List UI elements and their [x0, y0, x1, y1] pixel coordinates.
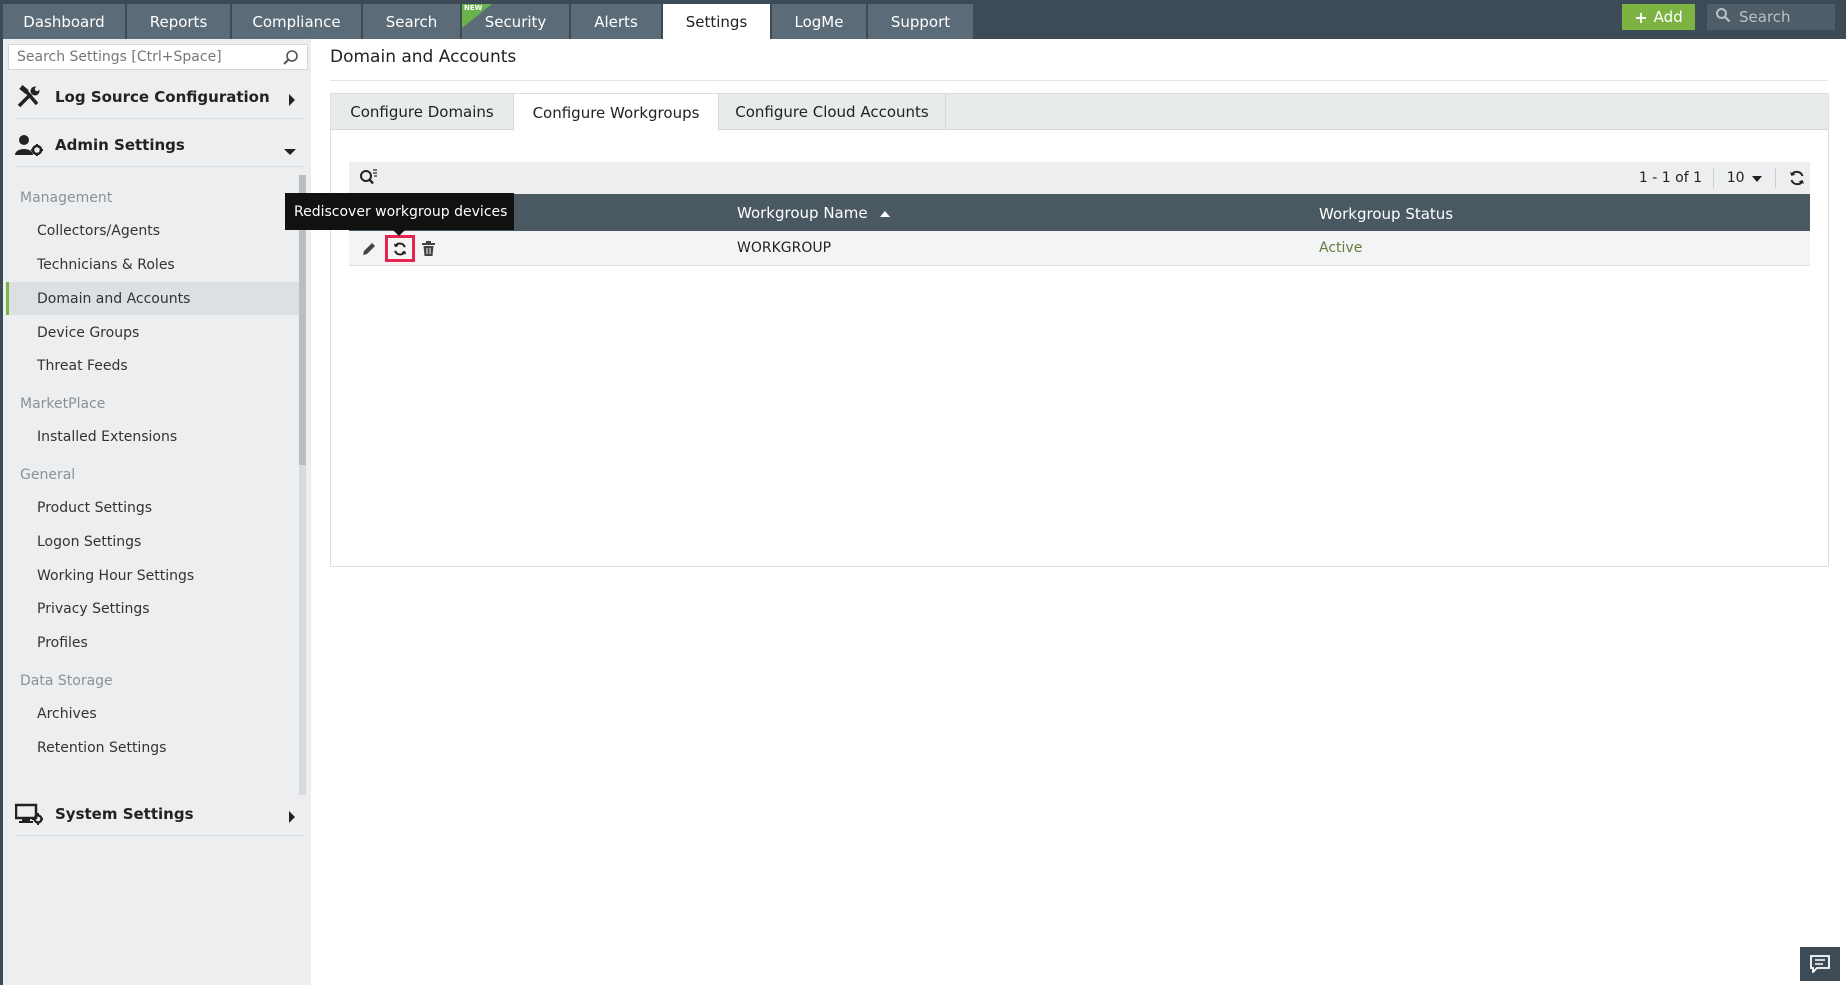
user-gear-icon [15, 133, 43, 157]
new-badge-text: NEW [464, 4, 483, 12]
subtab-configure-workgroups[interactable]: Configure Workgroups [513, 94, 719, 131]
tab-dashboard[interactable]: Dashboard [3, 4, 125, 39]
settings-search-placeholder: Search Settings [Ctrl+Space] [17, 49, 222, 65]
tab-label: Reports [149, 12, 208, 31]
chat-button[interactable] [1800, 947, 1840, 981]
tab-alerts[interactable]: Alerts [571, 4, 661, 39]
section-label: Log Source Configuration [55, 87, 270, 106]
sidebar-item-domain-and-accounts[interactable]: Domain and Accounts [6, 282, 302, 315]
title-divider [330, 80, 1828, 81]
sidebar-item-logon-settings[interactable]: Logon Settings [6, 525, 302, 558]
caret-right-icon [288, 809, 296, 827]
sidebar-item-technicians-roles[interactable]: Technicians & Roles [6, 248, 302, 281]
toolbar-divider [1775, 168, 1776, 188]
refresh-icon[interactable] [1788, 169, 1806, 191]
sidebar-item-product-settings[interactable]: Product Settings [6, 491, 302, 524]
tab-label: Security [484, 12, 547, 31]
sidebar-item-profiles[interactable]: Profiles [6, 626, 302, 659]
group-label-marketplace: MarketPlace [20, 396, 106, 412]
section-admin-settings[interactable]: Admin Settings [15, 123, 304, 167]
tools-icon [15, 84, 43, 109]
rediscover-tooltip: Rediscover workgroup devices [285, 193, 514, 236]
search-icon [1715, 7, 1731, 27]
tab-label: Support [890, 12, 951, 31]
search-icon[interactable] [282, 49, 299, 70]
section-label: System Settings [55, 804, 194, 823]
rediscover-icon [393, 242, 407, 255]
content-panel: Configure Domains Configure Workgroups C… [330, 93, 1829, 567]
global-search-input[interactable]: Search [1707, 4, 1835, 30]
workgroup-status-cell: Active [1319, 240, 1363, 256]
caret-right-icon [288, 92, 296, 110]
tab-label: LogMe [794, 12, 844, 31]
tab-compliance[interactable]: Compliance [232, 4, 361, 39]
sidebar-item-installed-extensions[interactable]: Installed Extensions [6, 420, 302, 453]
sidebar-item-threat-feeds[interactable]: Threat Feeds [6, 349, 302, 382]
chat-icon [1810, 955, 1830, 973]
subtab-configure-domains[interactable]: Configure Domains [331, 94, 514, 130]
subtab-configure-cloud-accounts[interactable]: Configure Cloud Accounts [719, 94, 946, 130]
plus-icon: + [1634, 7, 1648, 27]
caret-down-icon [284, 142, 296, 160]
sidebar-item-collectors-agents[interactable]: Collectors/Agents [6, 214, 302, 247]
group-label-general: General [20, 467, 76, 483]
sidebar-item-archives[interactable]: Archives [6, 697, 302, 730]
filter-search-icon[interactable] [359, 169, 379, 191]
workgroup-name-cell: WORKGROUP [737, 240, 832, 256]
section-log-source-configuration[interactable]: Log Source Configuration [15, 75, 304, 119]
tab-search[interactable]: Search [363, 4, 460, 39]
page-title: Domain and Accounts [330, 47, 517, 67]
tab-logme[interactable]: LogMe [772, 4, 866, 39]
per-page-value: 10 [1726, 170, 1745, 186]
tab-support[interactable]: Support [868, 4, 973, 39]
section-label: Admin Settings [55, 135, 185, 154]
sidebar-item-device-groups[interactable]: Device Groups [6, 316, 302, 349]
settings-sidebar: Search Settings [Ctrl+Space] Log Source … [0, 39, 311, 985]
table-toolbar: 1 - 1 of 1 10 [349, 162, 1810, 194]
tab-label: Alerts [594, 12, 638, 31]
trash-icon[interactable] [422, 241, 435, 261]
rediscover-button[interactable] [385, 235, 415, 262]
tab-label: Settings [685, 12, 748, 31]
table-row: WORKGROUP Active [349, 231, 1810, 266]
main-tabs: Dashboard Reports Compliance Search NEW … [3, 4, 975, 39]
group-label-management: Management [20, 190, 113, 206]
sort-ascending-icon [880, 210, 891, 217]
subtab-bar: Configure Domains Configure Workgroups C… [331, 94, 1828, 131]
column-header-label: Workgroup Name [737, 204, 868, 222]
toolbar-divider [1713, 168, 1714, 188]
table-header: Workgroup Name Workgroup Status [349, 194, 1810, 231]
add-label: Add [1653, 8, 1683, 26]
monitor-gear-icon [15, 802, 43, 826]
tab-security[interactable]: NEW Security [462, 4, 569, 39]
tab-label: Search [385, 12, 438, 31]
column-header-workgroup-name[interactable]: Workgroup Name [737, 204, 891, 222]
sidebar-item-privacy-settings[interactable]: Privacy Settings [6, 592, 302, 625]
global-search-placeholder: Search [1739, 8, 1791, 26]
tab-reports[interactable]: Reports [127, 4, 230, 39]
pagination-info: 1 - 1 of 1 [1638, 170, 1702, 186]
settings-search-input[interactable]: Search Settings [Ctrl+Space] [8, 44, 308, 70]
tab-settings[interactable]: Settings [663, 4, 770, 39]
sidebar-item-working-hour-settings[interactable]: Working Hour Settings [6, 559, 302, 592]
add-button[interactable]: + Add [1622, 4, 1695, 30]
top-navigation-bar: Dashboard Reports Compliance Search NEW … [0, 0, 1846, 39]
sidebar-scrollbar[interactable] [299, 175, 306, 795]
edit-icon[interactable] [361, 241, 377, 261]
per-page-select[interactable]: 10 [1727, 170, 1762, 186]
tab-label: Compliance [252, 12, 341, 31]
sidebar-item-retention-settings[interactable]: Retention Settings [6, 731, 302, 764]
group-label-data-storage: Data Storage [20, 673, 113, 689]
section-system-settings[interactable]: System Settings [15, 792, 304, 836]
column-header-workgroup-status[interactable]: Workgroup Status [1319, 205, 1453, 223]
tab-label: Dashboard [23, 12, 105, 31]
